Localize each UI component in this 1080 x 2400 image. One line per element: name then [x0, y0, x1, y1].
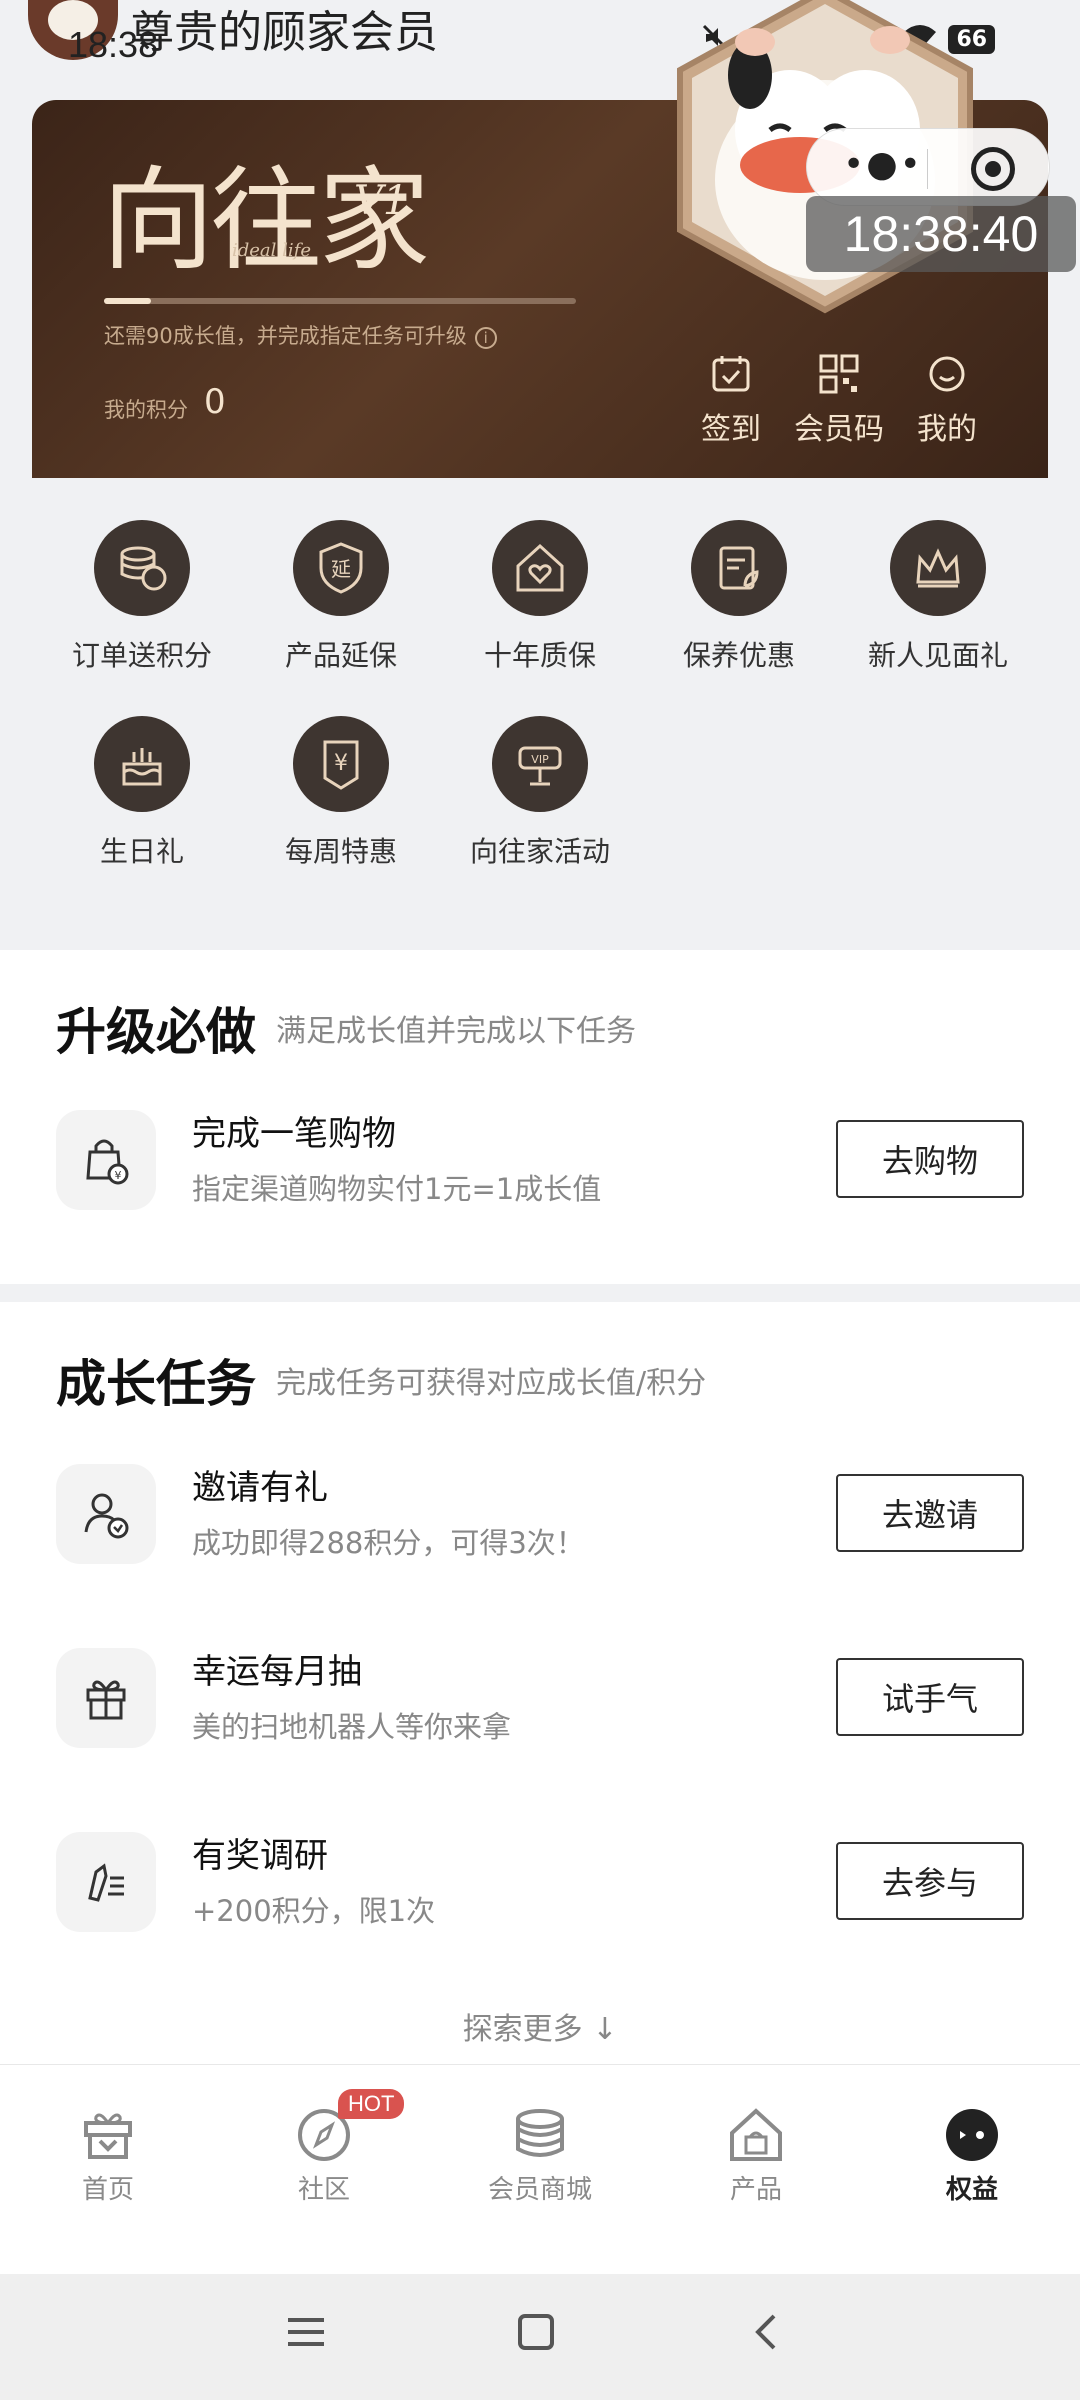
- tab-label: 首页: [81, 2175, 134, 2205]
- growth-section-subtitle: 完成任务可获得对应成长值/积分: [276, 1366, 707, 1401]
- my-profile-button[interactable]: 我的: [892, 352, 1002, 448]
- clipboard-leaf-icon: [691, 520, 787, 616]
- upgrade-hint: 还需90成长值，并完成指定任务可升级 i: [104, 320, 497, 350]
- yen-glyph: ¥: [334, 751, 348, 776]
- go-shopping-button[interactable]: 去购物: [836, 1120, 1024, 1198]
- invite-user-icon: [56, 1464, 156, 1564]
- checkin-label: 签到: [701, 412, 761, 447]
- benefit-label: 生日礼: [99, 835, 184, 868]
- benefit-extended-warranty[interactable]: 延 产品延保: [241, 520, 441, 674]
- task-title: 幸运每月抽: [192, 1652, 362, 1692]
- calendar-check-icon: [712, 356, 750, 392]
- house-heart-icon: [492, 520, 588, 616]
- extend-warranty-icon: 延: [293, 520, 389, 616]
- benefit-label: 十年质保: [483, 639, 596, 672]
- task-row: ¥ 完成一笔购物 指定渠道购物实付1元=1成长值 去购物: [0, 1100, 1080, 1220]
- points-value: 0: [204, 382, 226, 422]
- task-description: 指定渠道购物实付1元=1成长值: [192, 1172, 602, 1206]
- growth-section: 成长任务 完成任务可获得对应成长值/积分 邀请有礼 成功即得288积分，可得3次…: [0, 1302, 1080, 2064]
- upgrade-section: 升级必做 满足成长值并完成以下任务 ¥ 完成一笔购物 指定渠道购物实付1元=1成…: [0, 950, 1080, 1284]
- benefit-label: 产品延保: [284, 639, 397, 672]
- growth-progress-fill: [104, 298, 152, 304]
- go-invite-button[interactable]: 去邀请: [836, 1474, 1024, 1552]
- tab-label: 产品: [729, 2175, 782, 2205]
- more-menu-button[interactable]: •●•: [843, 147, 923, 183]
- menu-icon[interactable]: [286, 2312, 326, 2352]
- shopping-bag-icon: ¥: [56, 1110, 156, 1210]
- coin-stack-icon: [516, 2109, 564, 2157]
- gift-box-icon: [84, 2113, 132, 2159]
- crown-icon: [890, 520, 986, 616]
- benefit-activities[interactable]: VIP 向往家活动: [440, 716, 640, 870]
- task-title: 有奖调研: [192, 1836, 328, 1876]
- tab-label: 权益: [945, 2175, 998, 2205]
- task-row: 邀请有礼 成功即得288积分，可得3次！ 去邀请: [0, 1454, 1080, 1574]
- house-bag-icon: [730, 2108, 782, 2161]
- tab-community[interactable]: 社区: [244, 2105, 404, 2206]
- tab-label: 会员商城: [487, 2175, 592, 2205]
- growth-progress-bar: [104, 298, 576, 304]
- tab-home[interactable]: 首页: [28, 2105, 188, 2206]
- task-title: 邀请有礼: [192, 1468, 328, 1508]
- task-description: 成功即得288积分，可得3次！: [192, 1526, 585, 1560]
- participate-button[interactable]: 去参与: [836, 1842, 1024, 1920]
- benefit-maintenance-discount[interactable]: 保养优惠: [639, 520, 839, 674]
- home-square-icon[interactable]: [516, 2312, 556, 2352]
- member-level-subtitle: ideal life: [232, 240, 311, 261]
- smile-icon: [929, 356, 965, 392]
- warranty-glyph: 延: [331, 557, 351, 581]
- growth-section-title: 成长任务: [56, 1355, 256, 1413]
- benefit-weekly-deal[interactable]: ¥ 每周特惠: [241, 716, 441, 870]
- member-code-label: 会员码: [794, 412, 884, 447]
- task-description: 美的扫地机器人等你来拿: [192, 1710, 512, 1744]
- hot-badge: HOT: [338, 2089, 405, 2119]
- benefit-label: 保养优惠: [682, 639, 795, 672]
- mini-program-capsule: •●•: [806, 128, 1050, 206]
- back-icon[interactable]: [746, 2312, 786, 2352]
- bottom-tab-bar: 首页 社区 HOT 会员商城 产品 权益: [0, 2064, 1080, 2274]
- benefit-label: 新人见面礼: [867, 639, 1008, 672]
- points-label: 我的积分: [104, 398, 188, 422]
- upgrade-hint-text: 还需90成长值，并完成指定任务可升级: [104, 324, 467, 348]
- vip-sign-icon: VIP: [492, 716, 588, 812]
- explore-more-link[interactable]: 探索更多 ↓: [0, 2004, 1080, 2048]
- member-level-badge: V1: [354, 178, 409, 224]
- tab-products[interactable]: 产品: [676, 2105, 836, 2206]
- benefits-face-icon: [946, 2109, 998, 2161]
- survey-pen-icon: [56, 1832, 156, 1932]
- benefit-label: 订单送积分: [71, 639, 212, 672]
- my-profile-label: 我的: [917, 412, 977, 447]
- checkin-button[interactable]: 签到: [676, 352, 786, 448]
- cake-icon: [94, 716, 190, 812]
- qr-code-icon: [819, 354, 859, 394]
- svg-text:¥: ¥: [115, 1169, 122, 1182]
- system-navigation-bar: [0, 2274, 1080, 2400]
- benefit-order-points[interactable]: 订单送积分: [42, 520, 242, 674]
- task-row: 有奖调研 +200积分，限1次 去参与: [0, 1822, 1080, 1942]
- tab-benefits[interactable]: 权益: [892, 2105, 1052, 2206]
- benefit-label: 向往家活动: [469, 835, 610, 868]
- vip-glyph: VIP: [531, 753, 549, 766]
- coins-icon: [94, 520, 190, 616]
- task-row: 幸运每月抽 美的扫地机器人等你来拿 试手气: [0, 1638, 1080, 1758]
- upgrade-section-subtitle: 满足成长值并完成以下任务: [276, 1014, 636, 1049]
- benefit-ten-year-warranty[interactable]: 十年质保: [440, 520, 640, 674]
- yen-badge-icon: ¥: [293, 716, 389, 812]
- benefit-newcomer-gift[interactable]: 新人见面礼: [838, 520, 1038, 674]
- try-luck-button[interactable]: 试手气: [836, 1658, 1024, 1736]
- tab-member-mall[interactable]: 会员商城: [460, 2105, 620, 2206]
- gift-icon: [56, 1648, 156, 1748]
- page-title: 尊贵的顾家会员: [130, 7, 438, 58]
- info-icon[interactable]: i: [474, 327, 497, 349]
- task-title: 完成一笔购物: [192, 1114, 396, 1154]
- close-miniprogram-button[interactable]: [971, 147, 1015, 191]
- member-code-button[interactable]: 会员码: [784, 352, 894, 448]
- capsule-divider: [927, 149, 928, 189]
- floating-clock: 18:38:40: [806, 196, 1076, 272]
- benefit-label: 每周特惠: [284, 835, 397, 868]
- benefit-birthday-gift[interactable]: 生日礼: [42, 716, 242, 870]
- task-description: +200积分，限1次: [192, 1894, 436, 1928]
- tab-label: 社区: [297, 2175, 350, 2205]
- upgrade-section-title: 升级必做: [56, 1003, 256, 1061]
